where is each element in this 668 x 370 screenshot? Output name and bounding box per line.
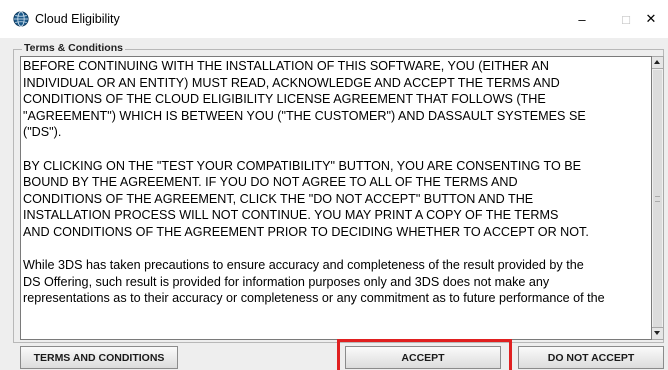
window-title: Cloud Eligibility (35, 12, 120, 26)
minimize-button[interactable]: – (562, 6, 602, 32)
globe-icon (13, 11, 29, 27)
terms-text: BEFORE CONTINUING WITH THE INSTALLATION … (23, 58, 649, 307)
terms-paragraph: BEFORE CONTINUING WITH THE INSTALLATION … (23, 59, 586, 140)
title-bar: Cloud Eligibility – □ ✕ (0, 0, 668, 38)
scroll-down-arrow-icon[interactable] (652, 327, 663, 339)
scroll-thumb[interactable] (653, 70, 662, 328)
terms-paragraph: While 3DS has taken precautions to ensur… (23, 258, 605, 306)
accept-highlight-box (337, 339, 512, 370)
grip-icon (655, 196, 660, 202)
do-not-accept-button[interactable]: DO NOT ACCEPT (518, 346, 664, 369)
terms-and-conditions-button[interactable]: TERMS AND CONDITIONS (20, 346, 178, 369)
vertical-scrollbar[interactable] (652, 56, 664, 340)
close-button[interactable]: ✕ (631, 6, 668, 32)
dialog-content: Terms & Conditions BEFORE CONTINUING WIT… (0, 38, 668, 370)
terms-text-area[interactable]: BEFORE CONTINUING WITH THE INSTALLATION … (20, 56, 652, 340)
scroll-up-arrow-icon[interactable] (652, 57, 663, 69)
group-title: Terms & Conditions (22, 42, 125, 54)
terms-paragraph: BY CLICKING ON THE "TEST YOUR COMPATIBIL… (23, 158, 589, 239)
